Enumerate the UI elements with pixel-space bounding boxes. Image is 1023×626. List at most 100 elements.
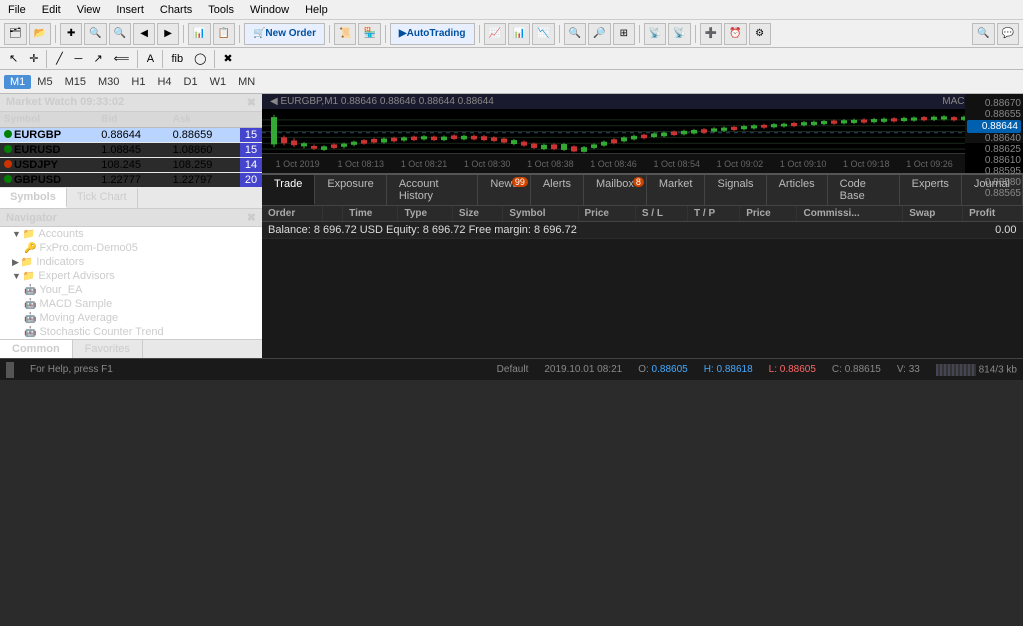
- settings-button[interactable]: ⚙: [749, 23, 771, 45]
- autotrading-button[interactable]: ▶ AutoTrading: [390, 23, 475, 45]
- term-tab-account-history[interactable]: Account History: [387, 175, 479, 205]
- scroll-right-button[interactable]: ▶: [157, 23, 179, 45]
- nav-accounts[interactable]: ▼ 📁 Accounts: [0, 227, 262, 241]
- nav-macd-sample[interactable]: 🤖 MACD Sample: [0, 297, 262, 311]
- clock-button[interactable]: ⏰: [724, 23, 746, 45]
- nav-moving-average[interactable]: 🤖 Moving Average: [0, 311, 262, 325]
- bar-chart-button[interactable]: 📊: [508, 23, 530, 45]
- mw-tab-symbols[interactable]: Symbols: [0, 188, 67, 208]
- toolbar-drawing: ↖ ✛ ╱ ─ ↗ ⟸ A fib ◯ ✖: [0, 48, 1023, 70]
- tf-h4[interactable]: H4: [151, 75, 177, 89]
- term-tab-alerts[interactable]: Alerts: [531, 175, 584, 205]
- nav-expert-advisors[interactable]: ▼ 📁 Expert Advisors: [0, 269, 262, 283]
- menu-insert[interactable]: Insert: [108, 4, 152, 16]
- mw-tab-tick[interactable]: Tick Chart: [67, 188, 138, 208]
- zoom2-button[interactable]: 🔎: [588, 23, 610, 45]
- tf-d1[interactable]: D1: [178, 75, 204, 89]
- indicators-button[interactable]: 📊: [188, 23, 210, 45]
- tf-m30[interactable]: M30: [92, 75, 125, 89]
- scroll-left-button[interactable]: ◀: [133, 23, 155, 45]
- mw-close-icon[interactable]: ✖: [247, 96, 256, 109]
- line-chart-button[interactable]: 📉: [532, 23, 554, 45]
- chat-button[interactable]: 💬: [997, 23, 1019, 45]
- term-tab-mailbox[interactable]: Mailbox8: [584, 175, 647, 205]
- tf-mn[interactable]: MN: [232, 75, 261, 89]
- history-button[interactable]: 📜: [334, 23, 356, 45]
- tf-m5[interactable]: M5: [31, 75, 58, 89]
- term-tab-signals[interactable]: Signals: [705, 175, 766, 205]
- mw-row-eurusd[interactable]: EURUSD 1.08845 1.08860 15: [0, 143, 262, 158]
- fib-button[interactable]: fib: [166, 50, 188, 68]
- term-tab-exposure[interactable]: Exposure: [315, 175, 386, 205]
- tf-m1[interactable]: M1: [4, 75, 31, 89]
- nav-indicators-label: Indicators: [36, 256, 84, 268]
- profit-value: 0.00: [963, 222, 1023, 239]
- menu-help[interactable]: Help: [297, 4, 336, 16]
- pointer-button[interactable]: ↖: [4, 50, 23, 68]
- nav-demo-account[interactable]: 🔑 FxPro.com-Demo05: [0, 241, 262, 255]
- nav-ea-label: Expert Advisors: [38, 270, 114, 282]
- chart-time-axis: 1 Oct 2019 1 Oct 08:13 1 Oct 08:21 1 Oct…: [262, 153, 965, 173]
- mw-symbol-gbpusd: GBPUSD: [0, 173, 97, 188]
- close-label: C: 0.88615: [832, 364, 881, 375]
- menu-view[interactable]: View: [69, 4, 109, 16]
- trendline-button[interactable]: ↗: [88, 50, 107, 68]
- sep-draw3: [162, 50, 163, 68]
- term-tab-articles[interactable]: Articles: [767, 175, 828, 205]
- menu-edit[interactable]: Edit: [34, 4, 69, 16]
- balance-row: Balance: 8 696.72 USD Equity: 8 696.72 F…: [262, 222, 1023, 239]
- term-tab-journal[interactable]: Journal: [962, 175, 1023, 205]
- nav-your-ea[interactable]: 🤖 Your_EA: [0, 283, 262, 297]
- mw-row-eurgbp[interactable]: EURGBP 0.88644 0.88659 15: [0, 128, 262, 143]
- menu-window[interactable]: Window: [242, 4, 297, 16]
- signal2-button[interactable]: 📡: [668, 23, 690, 45]
- term-tab-codebase[interactable]: Code Base: [828, 175, 900, 205]
- terminal-resize-handle[interactable]: [6, 362, 14, 378]
- new-chart-button[interactable]: 🗂: [4, 23, 27, 45]
- ellipse-button[interactable]: ◯: [189, 50, 211, 68]
- hline-button[interactable]: ─: [69, 50, 87, 68]
- channel-button[interactable]: ⟸: [109, 50, 135, 68]
- nav-tab-common[interactable]: Common: [0, 340, 73, 358]
- chart-pair-label: ◀ EURGBP,M1 0.88646 0.88646 0.88644 0.88…: [270, 96, 494, 107]
- term-tab-trade[interactable]: Trade: [262, 175, 315, 205]
- mw-spread-gbpusd: 20: [240, 173, 262, 188]
- new-order-button[interactable]: 🛒 New Order: [244, 23, 325, 45]
- term-tab-experts[interactable]: Experts: [900, 175, 962, 205]
- open-button[interactable]: 📂: [29, 23, 51, 45]
- text-button[interactable]: A: [141, 50, 159, 68]
- nav-macd-icon: 🤖: [24, 299, 36, 310]
- chart-panel[interactable]: ◀ EURGBP,M1 0.88646 0.88646 0.88644 0.88…: [262, 94, 1023, 173]
- menu-tools[interactable]: Tools: [200, 4, 242, 16]
- chart-canvas-area[interactable]: [262, 114, 965, 153]
- nav-indicators[interactable]: ▶ 📁 Indicators: [0, 255, 262, 269]
- nav-close-icon[interactable]: ✖: [247, 211, 256, 224]
- zoom-button[interactable]: 🔍: [564, 23, 586, 45]
- mw-row-usdjpy[interactable]: USDJPY 108.245 108.259 14: [0, 158, 262, 173]
- nav-tab-favorites[interactable]: Favorites: [73, 340, 143, 358]
- crosshair-button[interactable]: ✚: [60, 23, 82, 45]
- market-button[interactable]: 🏪: [358, 23, 380, 45]
- nav-stochastic[interactable]: 🤖 Stochastic Counter Trend: [0, 325, 262, 339]
- search-button[interactable]: 🔍: [972, 23, 994, 45]
- term-tab-news[interactable]: News99: [478, 175, 531, 205]
- market-watch-panel: Market Watch 09:33:02 ✖ Symbol Bid Ask E…: [0, 94, 262, 209]
- menu-charts[interactable]: Charts: [152, 4, 200, 16]
- term-tab-market[interactable]: Market: [647, 175, 706, 205]
- delete-button[interactable]: ✖: [218, 50, 237, 68]
- tf-h1[interactable]: H1: [125, 75, 151, 89]
- crosshair2-button[interactable]: ✛: [24, 50, 43, 68]
- zoom-in-button[interactable]: 🔍: [84, 23, 106, 45]
- templates-button[interactable]: 📋: [213, 23, 235, 45]
- tf-w1[interactable]: W1: [204, 75, 233, 89]
- zoom-out-button[interactable]: 🔍: [109, 23, 131, 45]
- grid-button[interactable]: ⊞: [613, 23, 635, 45]
- line-button[interactable]: ╱: [50, 50, 68, 68]
- signal1-button[interactable]: 📡: [644, 23, 666, 45]
- chart-type-button[interactable]: 📈: [484, 23, 506, 45]
- add-account-button[interactable]: ➕: [700, 23, 722, 45]
- mw-row-gbpusd[interactable]: GBPUSD 1.22777 1.22797 20: [0, 173, 262, 188]
- news-badge: 99: [512, 177, 528, 187]
- menu-file[interactable]: File: [0, 4, 34, 16]
- tf-m15[interactable]: M15: [59, 75, 92, 89]
